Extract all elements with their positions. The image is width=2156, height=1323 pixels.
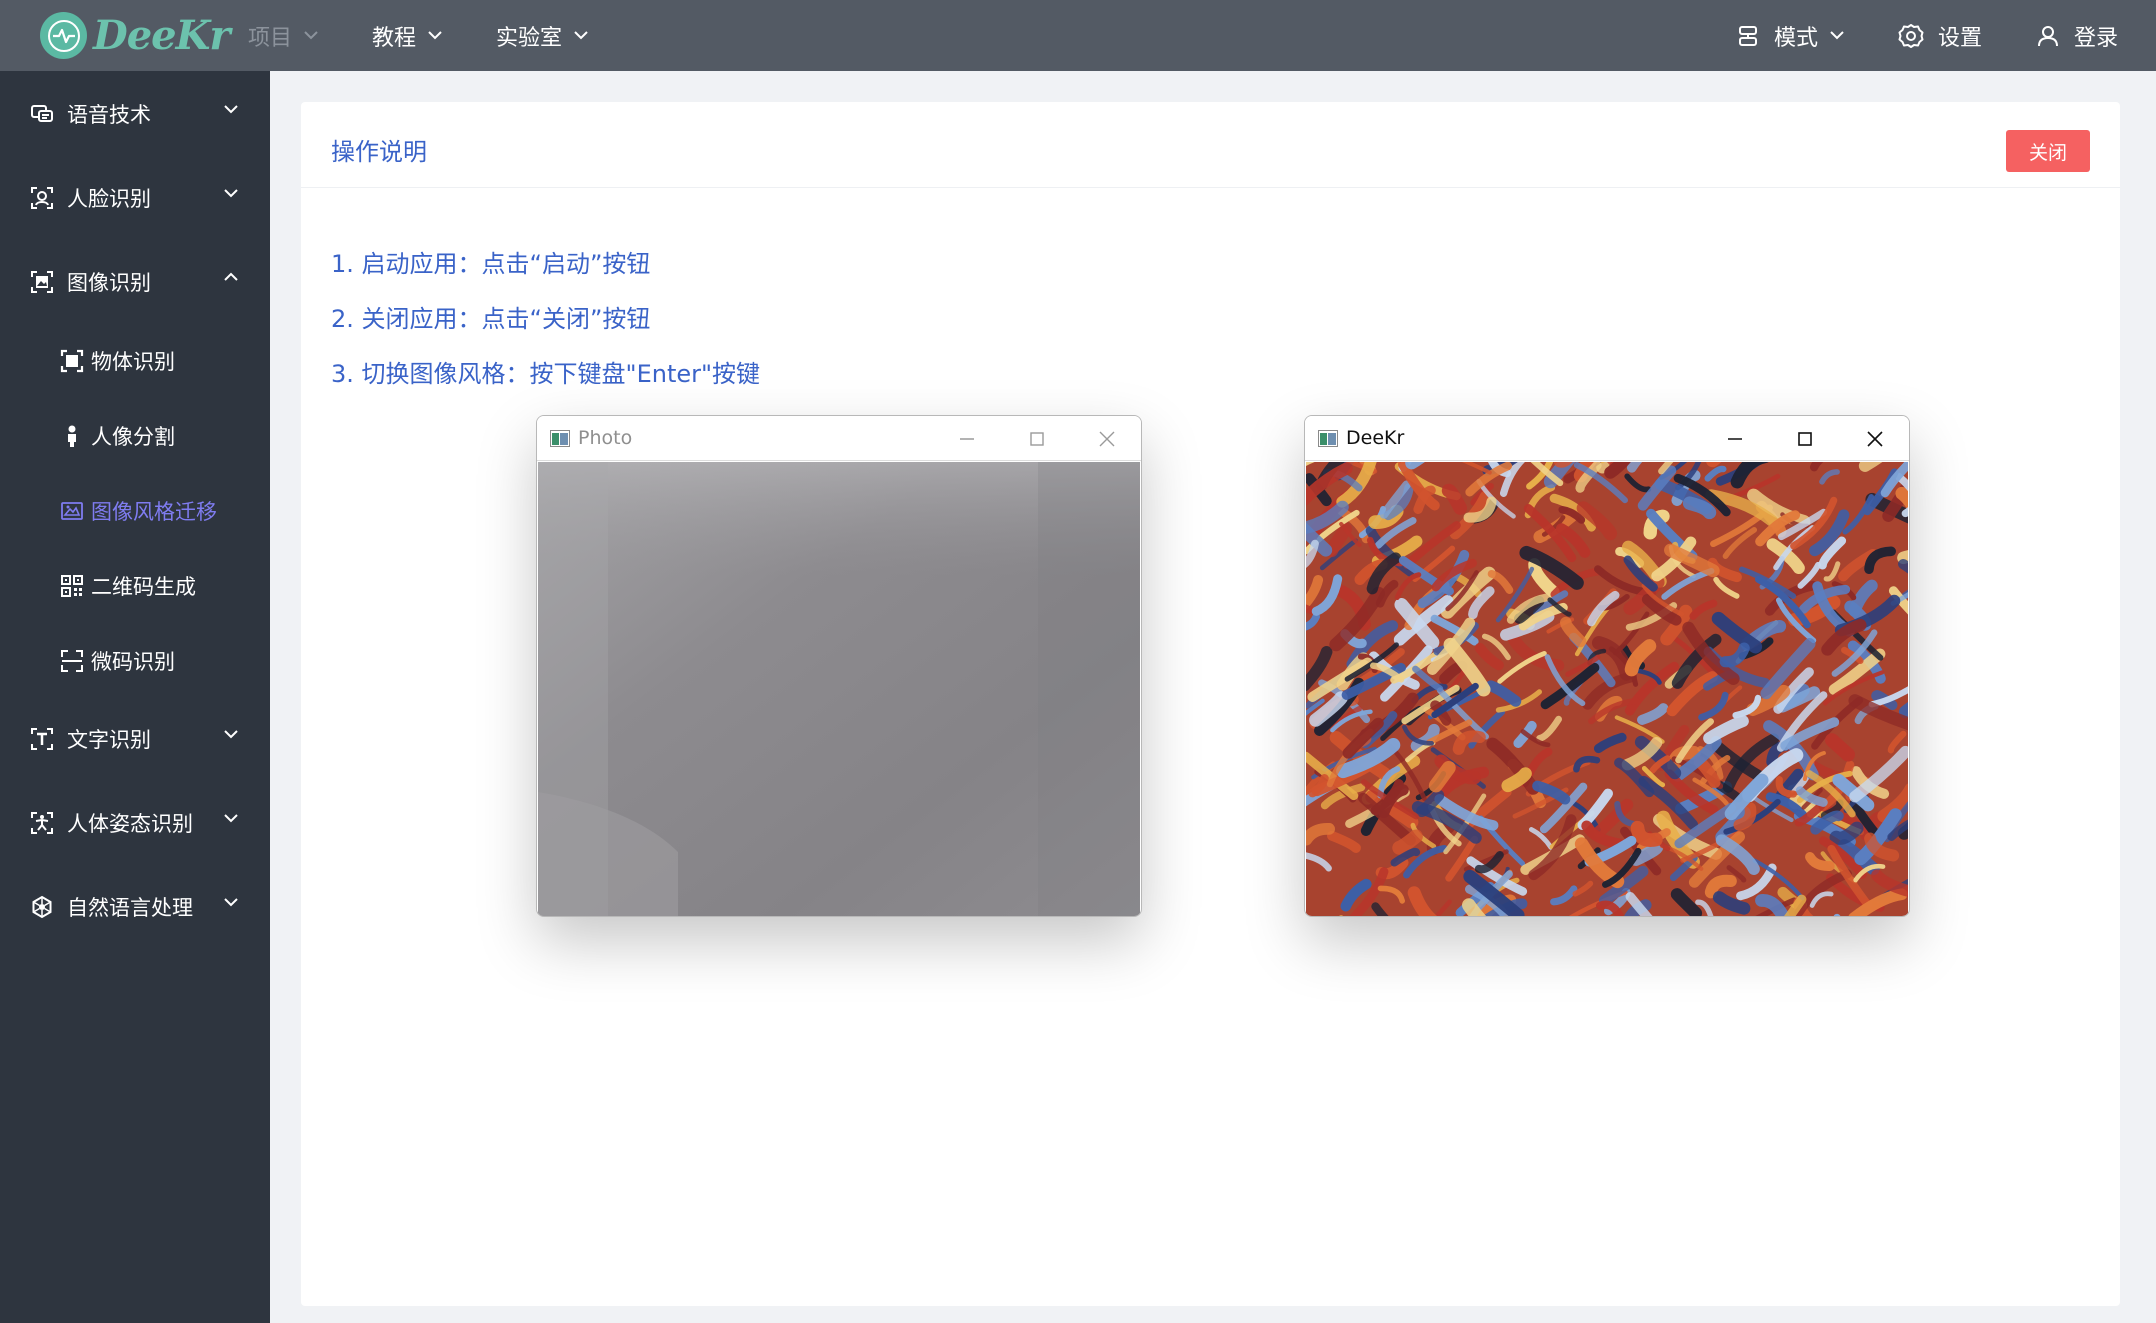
window-titlebar[interactable]: DeeKr: [1305, 416, 1909, 461]
top-right-actions: 模式 设置 登录: [1682, 20, 2118, 52]
sidebar-subitem-microcode-recognition[interactable]: 微码识别: [0, 633, 270, 689]
chevron-down-icon: [304, 31, 318, 40]
instruction-line: 2. 关闭应用：点击“关闭”按钮: [331, 305, 651, 333]
sidebar-subitem-object-detection[interactable]: 物体识别: [0, 333, 270, 389]
minimize-icon[interactable]: [1725, 429, 1745, 449]
text-icon: [31, 728, 53, 750]
chevron-down-icon: [224, 730, 238, 739]
topnav-lab[interactable]: 实验室: [496, 20, 588, 52]
style-transfer-icon: [61, 502, 83, 520]
camera-photo-view: [538, 462, 1140, 916]
topnav-projects-label: 项目: [248, 25, 293, 51]
sidebar-subitem-label: 物体识别: [91, 350, 175, 374]
topnav-lab-label: 实验室: [496, 25, 563, 51]
user-icon: [2037, 25, 2058, 46]
chevron-down-icon: [1830, 31, 1844, 40]
app-window-icon: [1318, 430, 1338, 447]
sidebar-item-pose-recognition[interactable]: 人体姿态识别: [0, 793, 270, 853]
object-scan-icon: [60, 349, 84, 373]
maximize-icon[interactable]: [1027, 429, 1047, 449]
sidebar-item-nlp[interactable]: 自然语言处理: [0, 877, 270, 937]
sidebar-item-label: 图像识别: [67, 271, 151, 295]
chevron-up-icon: [224, 272, 238, 281]
photo-window[interactable]: Photo: [536, 415, 1142, 917]
window-title: DeeKr: [1346, 427, 1405, 449]
topnav-projects[interactable]: 项目: [248, 20, 318, 52]
instruction-line: 1. 启动应用：点击“启动”按钮: [331, 250, 651, 278]
brand-logo[interactable]: DeeKr: [40, 12, 248, 59]
sidebar-subitem-qrcode-generation[interactable]: 二维码生成: [0, 558, 270, 614]
face-icon: [31, 187, 53, 209]
nlp-icon: [32, 895, 52, 919]
minimize-icon[interactable]: [957, 429, 977, 449]
chevron-down-icon: [428, 31, 442, 40]
sidebar-item-image-recognition[interactable]: 图像识别: [0, 252, 270, 312]
card-header: 操作说明 关闭: [301, 102, 2120, 188]
sidebar-item-label: 自然语言处理: [67, 896, 193, 920]
speech-icon: [31, 105, 53, 122]
login-button[interactable]: 登录: [2036, 20, 2118, 52]
sidebar-item-speech[interactable]: 语音技术: [0, 84, 270, 144]
gear-icon: [1898, 23, 1924, 48]
sidebar: 语音技术 人脸识别 图像识别 物体识别 人像分割 图像风格迁移 二维码生成 微码…: [0, 71, 270, 1323]
close-icon[interactable]: [1097, 429, 1117, 449]
instruction-line: 3. 切换图像风格：按下键盘"Enter"按键: [331, 360, 761, 388]
chevron-down-icon: [574, 31, 588, 40]
pose-icon: [31, 812, 53, 834]
app-window-icon: [550, 430, 570, 447]
mode-label: 模式: [1773, 25, 1818, 51]
login-label: 登录: [2073, 25, 2118, 51]
sidebar-item-label: 文字识别: [67, 728, 151, 752]
settings-button[interactable]: 设置: [1898, 20, 1982, 52]
deekr-window[interactable]: DeeKr: [1304, 415, 1910, 917]
person-icon: [68, 425, 76, 447]
image-scan-icon: [31, 271, 53, 293]
brand-name: DeeKr: [93, 12, 230, 59]
qrcode-icon: [61, 575, 83, 597]
sidebar-subitem-label: 二维码生成: [91, 575, 196, 599]
sidebar-subitem-portrait-segmentation[interactable]: 人像分割: [0, 408, 270, 464]
settings-label: 设置: [1937, 25, 1982, 51]
page-title: 操作说明: [331, 138, 427, 166]
sidebar-item-label: 语音技术: [67, 103, 151, 127]
mode-menu[interactable]: 模式: [1736, 20, 1844, 52]
window-titlebar[interactable]: Photo: [537, 416, 1141, 461]
sidebar-subitem-label: 图像风格迁移: [91, 500, 217, 524]
top-navbar: DeeKr 项目 教程 实验室 模式 设置 登录: [0, 0, 2156, 71]
chevron-down-icon: [224, 898, 238, 907]
sidebar-item-face[interactable]: 人脸识别: [0, 168, 270, 228]
scan-frame-icon: [61, 650, 83, 672]
logo-icon: [40, 12, 87, 59]
sidebar-subitem-label: 微码识别: [91, 650, 175, 674]
sidebar-subitem-label: 人像分割: [91, 425, 175, 449]
topnav-tutorials[interactable]: 教程: [372, 20, 442, 52]
window-title: Photo: [578, 427, 633, 449]
close-icon[interactable]: [1865, 429, 1885, 449]
chevron-down-icon: [224, 105, 238, 114]
sidebar-item-text-recognition[interactable]: 文字识别: [0, 709, 270, 769]
maximize-icon[interactable]: [1795, 429, 1815, 449]
chevron-down-icon: [224, 189, 238, 198]
sidebar-item-label: 人体姿态识别: [67, 812, 193, 836]
sidebar-item-label: 人脸识别: [67, 187, 151, 211]
stylized-output-view: [1306, 462, 1908, 916]
topnav-tutorials-label: 教程: [372, 25, 417, 51]
close-button[interactable]: 关闭: [2006, 130, 2090, 172]
sidebar-subitem-style-transfer[interactable]: 图像风格迁移: [0, 483, 270, 539]
mode-icon: [1738, 25, 1757, 46]
top-menu: 项目 教程 实验室: [248, 0, 642, 71]
chevron-down-icon: [224, 814, 238, 823]
